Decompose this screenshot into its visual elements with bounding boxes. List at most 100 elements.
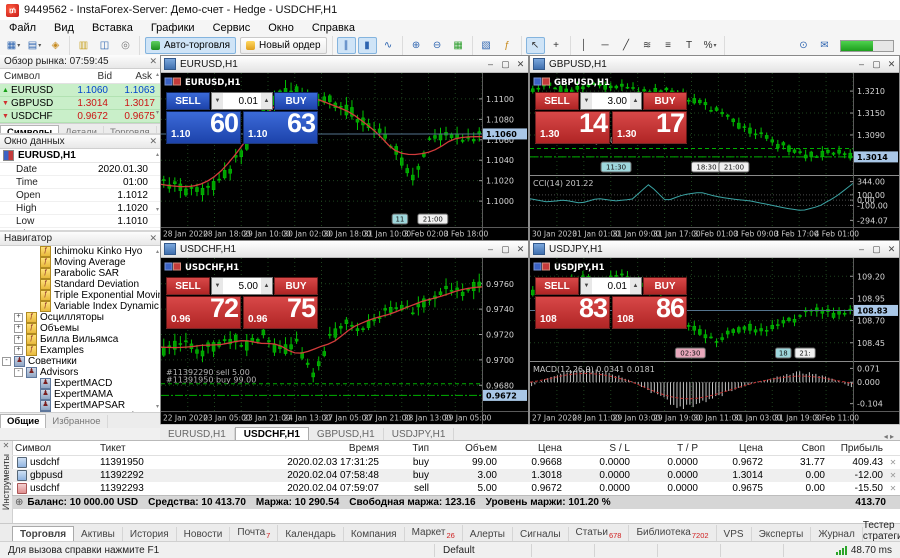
dock-tab[interactable]: Новости <box>177 527 231 542</box>
chart-tab[interactable]: USDCHF,H1 <box>235 427 309 441</box>
strategy-tester-icon[interactable]: ▧ <box>477 37 496 54</box>
data-window-header[interactable]: Окно данных ✕ <box>0 135 160 149</box>
navigator-item[interactable]: +ƒБилла Вильямса <box>0 334 160 345</box>
buy-button[interactable]: BUY <box>643 277 687 295</box>
column-header[interactable]: Своп <box>766 443 828 454</box>
chart-canvas[interactable]: 0.97600.97400.97200.97000.9680#11392290 … <box>161 258 528 424</box>
column-header[interactable]: Прибыль <box>828 443 886 454</box>
order-row[interactable]: usdchf113922932020.02.04 07:59:07sell5.0… <box>12 482 900 495</box>
navigator-item[interactable]: ♟ExpertMACD <box>0 378 160 389</box>
chart-canvas[interactable]: 1.32101.31501.30901.3030#11392292 buy 3.… <box>530 73 899 240</box>
chart-window-titlebar[interactable]: USDCHF,H1–▢✕ <box>161 241 528 258</box>
menu-item[interactable]: Графики <box>142 22 204 34</box>
navigator-header[interactable]: Навигатор ✕ <box>0 232 160 246</box>
expand-icon[interactable]: + <box>14 313 23 322</box>
menu-item[interactable]: Сервис <box>204 22 260 34</box>
chart-canvas[interactable]: 109.20108.95108.70108.45108.8302:301821:… <box>530 258 899 424</box>
navigator-item[interactable]: ƒIchimoku Kinko Hyo <box>0 246 160 257</box>
menu-item[interactable]: Окно <box>259 22 303 34</box>
dock-tab[interactable]: Активы <box>74 527 123 542</box>
maximize-button[interactable]: ▢ <box>498 59 513 70</box>
market-watch-tab[interactable]: Торговля <box>104 126 157 135</box>
navigator-item[interactable]: +ƒОбъемы <box>0 323 160 334</box>
dock-tab[interactable]: Эксперты <box>752 527 812 542</box>
navigator-item[interactable]: ♟ExpertMAMA <box>0 389 160 400</box>
column-header[interactable]: Bid <box>68 71 112 82</box>
volume-up-icon[interactable]: ▲ <box>261 93 272 109</box>
volume-dropdown-icon[interactable]: ▼ <box>212 93 223 109</box>
expand-icon[interactable]: ⊕ <box>15 497 23 508</box>
volume-stepper[interactable]: ▼0.01▲ <box>211 92 273 110</box>
close-button[interactable]: ✕ <box>513 59 528 70</box>
navigator-item[interactable]: ƒVariable Index Dynamic A <box>0 301 160 312</box>
navigator-item[interactable]: ƒMoving Average <box>0 257 160 268</box>
zoom-in-icon[interactable]: ⊕ <box>407 37 426 54</box>
collapse-icon[interactable]: - <box>2 357 11 366</box>
maximize-button[interactable]: ▢ <box>869 244 884 255</box>
search-icon[interactable]: ⊙ <box>794 37 813 54</box>
bid-price-box[interactable]: 1.1060 <box>166 111 241 144</box>
dock-tab[interactable]: Алерты <box>463 527 513 542</box>
dock-tab[interactable]: Журнал <box>811 527 863 542</box>
bid-price-box[interactable]: 10883 <box>535 296 610 329</box>
bid-price-box[interactable]: 1.3014 <box>535 111 610 144</box>
column-header[interactable]: Символ <box>12 443 97 454</box>
scroll-down-icon[interactable]: ▾ <box>156 109 159 116</box>
market-watch-row[interactable]: ▼USDCHF0.96720.9675 <box>0 110 160 123</box>
chart-canvas[interactable]: 1.11001.10801.10601.10401.10201.10001.10… <box>161 73 528 240</box>
navigator-tab[interactable]: Общие <box>0 414 46 428</box>
column-header[interactable]: S / L <box>565 443 633 454</box>
close-button[interactable]: ✕ <box>513 244 528 255</box>
minimize-button[interactable]: – <box>483 59 498 70</box>
close-order-icon[interactable]: ✕ <box>886 471 900 480</box>
autotrade-button[interactable]: Авто-торговля <box>145 37 236 54</box>
title-bar[interactable]: ₥ 9449562 - InstaForex-Server: Демо-счет… <box>0 0 900 21</box>
buy-button[interactable]: BUY <box>274 92 318 110</box>
maximize-button[interactable]: ▢ <box>498 244 513 255</box>
buy-button[interactable]: BUY <box>274 277 318 295</box>
market-watch-header[interactable]: Обзор рынка: 07:59:45 ✕ <box>0 55 160 69</box>
dock-tab[interactable]: Библиотека7202 <box>629 525 716 542</box>
terminal-side-tab[interactable]: Инструменты <box>1 454 11 510</box>
scroll-down-icon[interactable]: ▾ <box>156 206 159 213</box>
navigator-item[interactable]: ♟ExpertMAPSAR <box>0 400 160 411</box>
scroll-down-icon[interactable]: ▾ <box>156 403 159 410</box>
terminal-icon[interactable]: ◎ <box>116 37 135 54</box>
close-icon[interactable]: ✕ <box>0 441 12 450</box>
close-icon[interactable]: ✕ <box>149 233 157 244</box>
minimize-button[interactable]: – <box>483 244 498 255</box>
close-button[interactable]: ✕ <box>884 59 899 70</box>
column-header[interactable]: Тикет <box>97 443 212 454</box>
navigator-item[interactable]: +ƒОсцилляторы <box>0 312 160 323</box>
column-header[interactable]: Цена <box>701 443 766 454</box>
volume-dropdown-icon[interactable]: ▼ <box>581 93 592 109</box>
dock-tab[interactable]: Сигналы <box>513 527 569 542</box>
dock-tab[interactable]: Маркет26 <box>405 525 463 542</box>
bars-chart-icon[interactable]: ∥ <box>337 37 356 54</box>
navigator-item[interactable]: ƒTriple Exponential Movin <box>0 290 160 301</box>
buy-button[interactable]: BUY <box>643 92 687 110</box>
volume-up-icon[interactable]: ▲ <box>630 93 641 109</box>
volume-dropdown-icon[interactable]: ▼ <box>581 278 592 294</box>
chart-window-titlebar[interactable]: EURUSD,H1–▢✕ <box>161 56 528 73</box>
close-order-icon[interactable]: ✕ <box>886 458 900 467</box>
market-watch-icon[interactable]: ▥ <box>74 37 93 54</box>
close-icon[interactable]: ✕ <box>149 56 157 67</box>
line-chart-icon[interactable]: ∿ <box>379 37 398 54</box>
new-order-button[interactable]: Новый ордер <box>240 37 327 54</box>
volume-stepper[interactable]: ▼3.00▲ <box>580 92 642 110</box>
volume-up-icon[interactable]: ▲ <box>630 278 641 294</box>
sell-button[interactable]: SELL <box>166 277 210 295</box>
column-header[interactable]: Тип <box>382 443 432 454</box>
scroll-up-icon[interactable]: ▴ <box>156 151 159 158</box>
column-header[interactable]: T / P <box>633 443 701 454</box>
candles-chart-icon[interactable]: ▮ <box>358 37 377 54</box>
close-button[interactable]: ✕ <box>884 244 899 255</box>
trendline-icon[interactable]: ╱ <box>617 37 636 54</box>
sell-button[interactable]: SELL <box>535 92 579 110</box>
tile-windows-icon[interactable]: ▦ <box>449 37 468 54</box>
menu-item[interactable]: Файл <box>0 22 45 34</box>
menu-item[interactable]: Справка <box>303 22 364 34</box>
close-order-icon[interactable]: ✕ <box>886 484 900 493</box>
column-header[interactable]: Объем <box>432 443 500 454</box>
